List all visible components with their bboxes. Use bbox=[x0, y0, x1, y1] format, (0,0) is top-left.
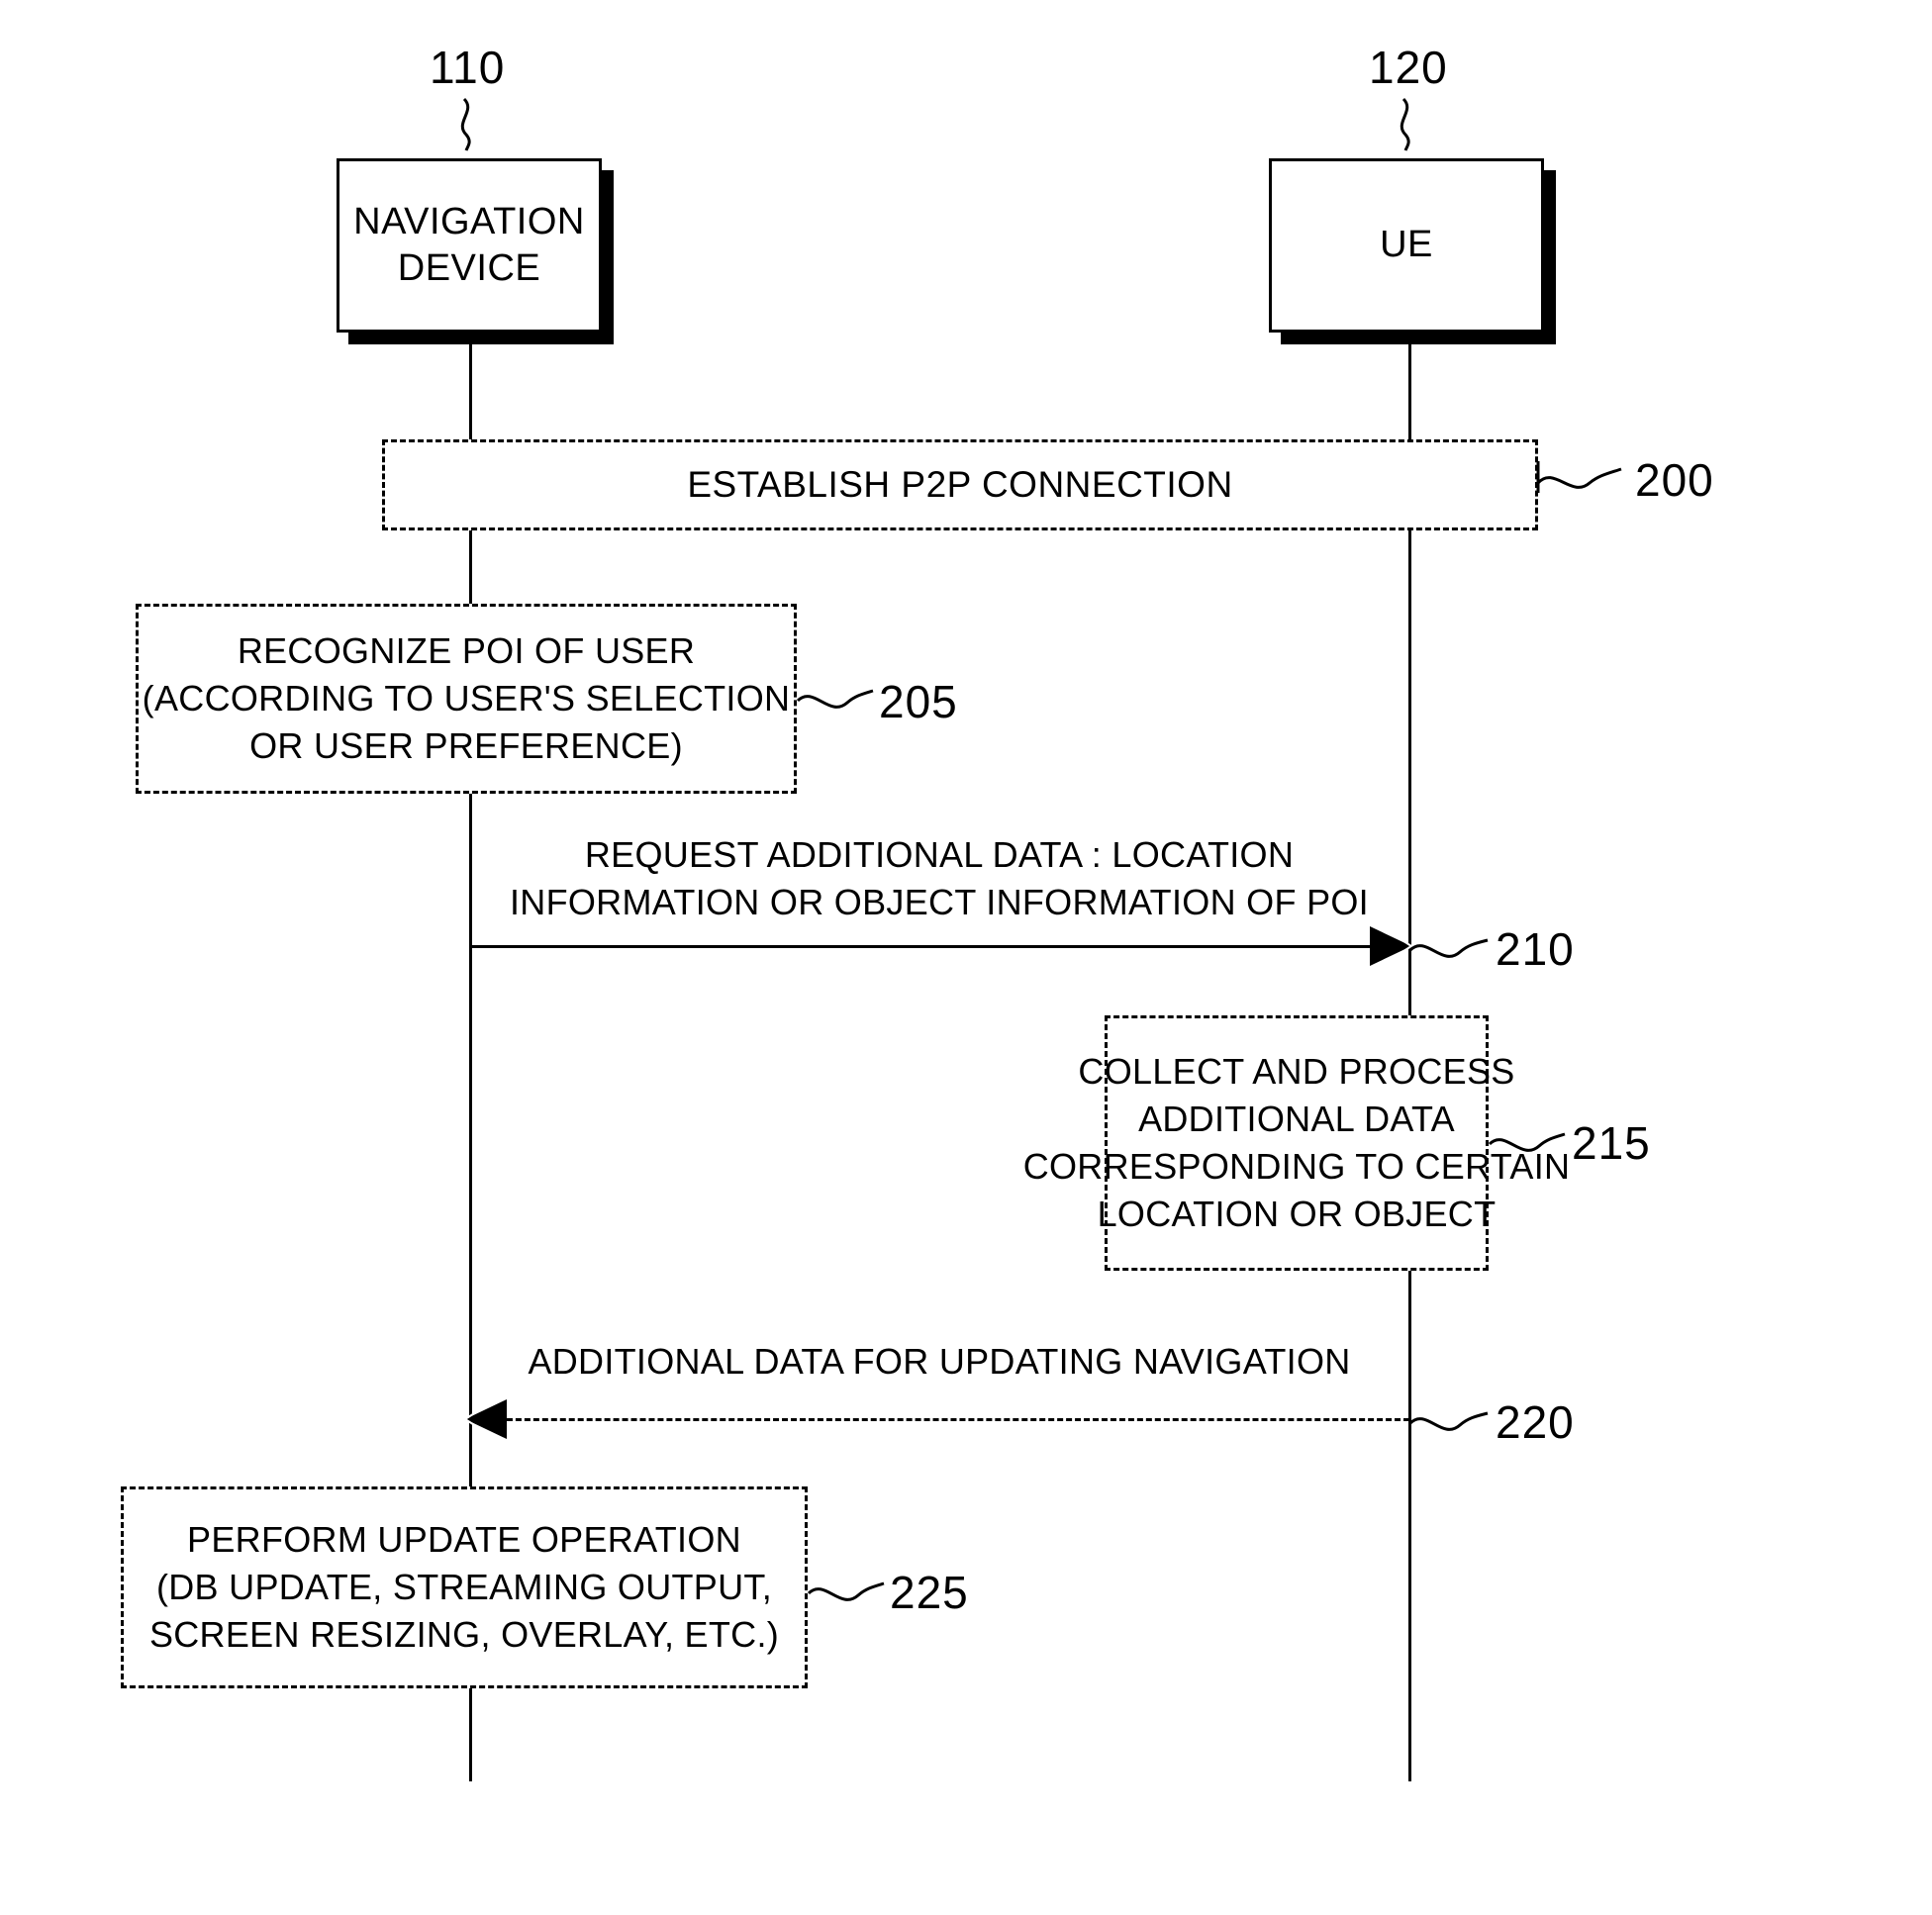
figure-canvas: 110 120 NAVIGATION DEVICE UE ESTABLISH P… bbox=[0, 0, 1932, 1915]
step-205-line-2: (ACCORDING TO USER'S SELECTION bbox=[142, 678, 791, 719]
message-220-line-1: ADDITIONAL DATA FOR UPDATING NAVIGATION bbox=[528, 1341, 1351, 1382]
step-205-line-3: OR USER PREFERENCE) bbox=[249, 724, 683, 766]
message-210-line-2: INFORMATION OR OBJECT INFORMATION OF POI bbox=[509, 881, 1369, 922]
step-ref-205: 205 bbox=[879, 676, 958, 727]
step-box-perform-update-operation: PERFORM UPDATE OPERATION (DB UPDATE, STR… bbox=[121, 1486, 808, 1688]
leader-squiggle-220 bbox=[1408, 1411, 1489, 1431]
entity-ref-110: 110 bbox=[430, 42, 506, 93]
step-215-line-1: COLLECT AND PROCESS bbox=[1078, 1051, 1515, 1093]
step-215-line-4: LOCATION OR OBJECT bbox=[1097, 1193, 1497, 1234]
entity-label-ue: UE bbox=[1380, 224, 1433, 266]
entity-box-navigation-device: NAVIGATION DEVICE bbox=[337, 158, 602, 333]
entity-box-ue: UE bbox=[1269, 158, 1544, 333]
step-225-line-1: PERFORM UPDATE OPERATION bbox=[187, 1519, 741, 1561]
step-225-line-3: SCREEN RESIZING, OVERLAY, ETC.) bbox=[148, 1613, 780, 1655]
message-arrowhead-right-210 bbox=[1370, 926, 1413, 966]
step-ref-200: 200 bbox=[1635, 454, 1714, 506]
message-210-line-1: REQUEST ADDITIONAL DATA : LOCATION bbox=[584, 834, 1295, 875]
leader-squiggle-205 bbox=[796, 689, 874, 709]
step-box-recognize-poi: RECOGNIZE POI OF USER (ACCORDING TO USER… bbox=[136, 604, 797, 794]
step-ref-225: 225 bbox=[890, 1567, 969, 1618]
step-ref-215: 215 bbox=[1572, 1117, 1651, 1169]
leader-squiggle-120 bbox=[1400, 97, 1410, 151]
entity-label-line1: NAVIGATION bbox=[353, 200, 585, 242]
message-arrow-line-210 bbox=[469, 945, 1390, 948]
step-band-establish-p2p-connection: ESTABLISH P2P CONNECTION bbox=[382, 439, 1538, 530]
step-215-line-2: ADDITIONAL DATA bbox=[1138, 1099, 1455, 1140]
step-ref-220: 220 bbox=[1496, 1396, 1575, 1448]
entity-label-line2: DEVICE bbox=[397, 247, 541, 289]
leader-squiggle-215 bbox=[1488, 1132, 1566, 1152]
leader-squiggle-210 bbox=[1408, 938, 1489, 958]
step-ref-210: 210 bbox=[1496, 923, 1575, 975]
message-label-210: REQUEST ADDITIONAL DATA : LOCATION INFOR… bbox=[469, 831, 1409, 926]
step-225-line-2: (DB UPDATE, STREAMING OUTPUT, bbox=[155, 1567, 773, 1608]
step-215-line-3: CORRESPONDING TO CERTAIN bbox=[1022, 1146, 1571, 1187]
leader-squiggle-225 bbox=[807, 1581, 885, 1601]
entity-ref-120: 120 bbox=[1369, 42, 1448, 93]
leader-squiggle-200 bbox=[1536, 461, 1622, 493]
message-arrow-line-220 bbox=[489, 1418, 1409, 1421]
step-band-label: ESTABLISH P2P CONNECTION bbox=[687, 464, 1233, 505]
leader-squiggle-110 bbox=[460, 97, 471, 151]
step-box-collect-and-process: COLLECT AND PROCESS ADDITIONAL DATA CORR… bbox=[1023, 1015, 1570, 1271]
step-205-line-1: RECOGNIZE POI OF USER bbox=[237, 630, 696, 672]
message-label-220: ADDITIONAL DATA FOR UPDATING NAVIGATION bbox=[469, 1338, 1409, 1386]
message-arrowhead-left-220 bbox=[463, 1399, 507, 1439]
